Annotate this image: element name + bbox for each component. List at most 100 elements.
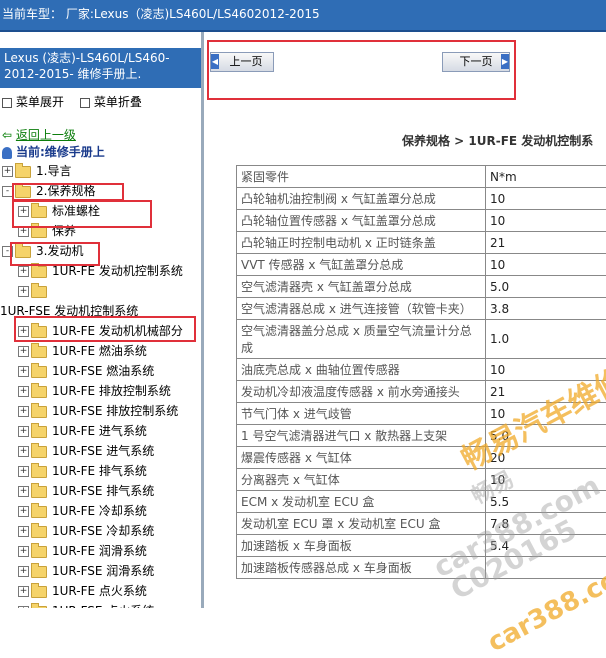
tree-node[interactable]: +1UR-FSE 进气系统 [0,441,201,461]
tree-node[interactable]: +1UR-FE 点火系统 [0,581,201,601]
torque-cell: 10 [486,359,606,381]
expand-node-icon[interactable]: + [18,426,29,437]
torque-cell: 10 [486,254,606,276]
tree-node-label: 1UR-FSE 润滑系统 [52,564,154,578]
folder-icon [31,466,47,478]
back-link[interactable]: 返回上一级 [16,128,76,142]
collapse-icon [80,98,90,108]
tree-node[interactable]: +1.导言 [0,161,201,181]
folder-icon [31,426,47,438]
next-page-button[interactable]: 下一页 ▶ [442,52,510,72]
part-cell: 凸轮轴正时控制电动机 x 正时链条盖 [237,232,486,254]
folder-icon [31,486,47,498]
table-row: 加速踏板传感器总成 x 车身面板 [237,557,606,579]
table-row: ECM x 发动机室 ECU 盒5.5 [237,491,606,513]
folder-icon [31,566,47,578]
torque-cell: 5.0 [486,425,606,447]
torque-cell: 10 [486,188,606,210]
folder-icon [31,506,47,518]
tree-node[interactable]: +1UR-FE 发动机控制系统 [0,261,201,281]
tree-node-label: 3.发动机 [36,244,83,258]
menu-collapse-button[interactable]: 菜单折叠 [80,95,142,109]
menu-tree: +1.导言-2.保养规格 + 标准螺栓 +保养 - 3.发动机 +1UR-FE 发动机控制系… [0,161,201,608]
tree-node[interactable]: +1UR-FSE 润滑系统 [0,561,201,581]
expand-node-icon[interactable]: + [18,406,29,417]
tree-node[interactable]: +1UR-FSE 燃油系统 [0,361,201,381]
expand-node-icon[interactable]: + [18,346,29,357]
sidebar-header: Lexus (凌志)-LS460L/LS460-2012-2015- 维修手册上… [0,48,201,88]
tree-node-label: 1UR-FSE 冷却系统 [52,524,154,538]
expand-node-icon[interactable]: + [18,506,29,517]
tree-node[interactable]: + 标准螺栓 [0,201,201,221]
table-row: VVT 传感器 x 气缸盖罩分总成10 [237,254,606,276]
expand-node-icon[interactable]: + [18,526,29,537]
expand-node-icon[interactable]: + [18,586,29,597]
next-page-label: 下一页 [460,55,493,68]
folder-icon [15,246,31,258]
expand-node-icon[interactable]: + [18,366,29,377]
table-row: 节气门体 x 进气歧管10 [237,403,606,425]
part-cell: 空气滤清器总成 x 进气连接管（软管卡夹） [237,298,486,320]
torque-cell: 5.5 [486,491,606,513]
user-icon [2,147,12,159]
part-cell: 加速踏板 x 车身面板 [237,535,486,557]
table-row: 空气滤清器盖分总成 x 质量空气流量计分总成1.0 [237,320,606,359]
table-row: 油底壳总成 x 曲轴位置传感器10 [237,359,606,381]
content-area: ◀ 上一页 下一页 ▶ 保养规格 > 1UR-FE 发动机控制系 紧固零件N*m… [204,32,606,608]
tree-node[interactable]: +1UR-FSE 点火系统 [0,601,201,608]
torque-cell: 3.8 [486,298,606,320]
tree-node[interactable]: +1UR-FE 冷却系统 [0,501,201,521]
table-row: 凸轮轴正时控制电动机 x 正时链条盖21 [237,232,606,254]
prev-page-button[interactable]: ◀ 上一页 [210,52,274,72]
next-arrow-icon: ▶ [501,54,509,69]
tree-node[interactable]: + [0,281,201,301]
tree-node[interactable]: +1UR-FE 进气系统 [0,421,201,441]
tree-node-label: 标准螺栓 [52,204,100,218]
tree-node[interactable]: - 3.发动机 [0,241,201,261]
tree-node[interactable]: +1UR-FSE 冷却系统 [0,521,201,541]
menu-expand-button[interactable]: 菜单展开 [2,95,64,109]
torque-cell: 10 [486,210,606,232]
tree-node[interactable]: +1UR-FE 润滑系统 [0,541,201,561]
tree-node-label: 1UR-FE 冷却系统 [52,504,147,518]
tree-node[interactable]: +1UR-FE 排气系统 [0,461,201,481]
part-cell: 发动机冷却液温度传感器 x 前水旁通接头 [237,381,486,403]
expand-node-icon[interactable]: + [18,546,29,557]
tree-node[interactable]: +1UR-FE 燃油系统 [0,341,201,361]
expand-node-icon[interactable]: + [18,466,29,477]
part-cell: 发动机室 ECU 罩 x 发动机室 ECU 盒 [237,513,486,535]
expand-node-icon[interactable]: + [18,206,29,217]
expand-node-icon[interactable]: + [18,286,29,297]
expand-node-icon[interactable]: + [18,486,29,497]
expand-node-icon[interactable]: + [18,566,29,577]
tree-node-label: 1UR-FSE 燃油系统 [52,364,154,378]
tree-node[interactable]: -2.保养规格 [0,181,201,201]
expand-node-icon[interactable]: + [18,226,29,237]
part-cell: 凸轮轴位置传感器 x 气缸盖罩分总成 [237,210,486,232]
torque-spec-table: 紧固零件N*m凸轮轴机油控制阀 x 气缸盖罩分总成10凸轮轴位置传感器 x 气缸… [236,165,606,579]
tree-node-label: 1UR-FSE 发动机控制系统 [0,304,138,318]
expand-node-icon[interactable]: + [18,386,29,397]
expand-node-icon[interactable]: + [18,446,29,457]
table-row: 发动机室 ECU 罩 x 发动机室 ECU 盒7.8 [237,513,606,535]
folder-icon [31,226,47,238]
tree-node[interactable]: +1UR-FSE 排放控制系统 [0,401,201,421]
tree-node[interactable]: 1UR-FSE 发动机控制系统 [0,301,201,321]
expand-node-icon[interactable]: + [18,266,29,277]
torque-cell: 20 [486,447,606,469]
folder-icon [31,446,47,458]
tree-node[interactable]: +1UR-FSE 排气系统 [0,481,201,501]
back-arrow-icon: ⇦ [2,128,12,142]
collapse-node-icon[interactable]: - [2,246,13,257]
folder-icon [31,386,47,398]
tree-node[interactable]: +1UR-FE 排放控制系统 [0,381,201,401]
expand-node-icon[interactable]: + [18,326,29,337]
prev-page-label: 上一页 [230,55,263,68]
folder-icon [15,166,31,178]
tree-node[interactable]: +1UR-FE 发动机机械部分 [0,321,201,341]
current-location: 当前:维修手册上 [0,143,201,161]
part-cell: 爆震传感器 x 气缸体 [237,447,486,469]
expand-node-icon[interactable]: + [2,166,13,177]
tree-node[interactable]: +保养 [0,221,201,241]
collapse-node-icon[interactable]: - [2,186,13,197]
